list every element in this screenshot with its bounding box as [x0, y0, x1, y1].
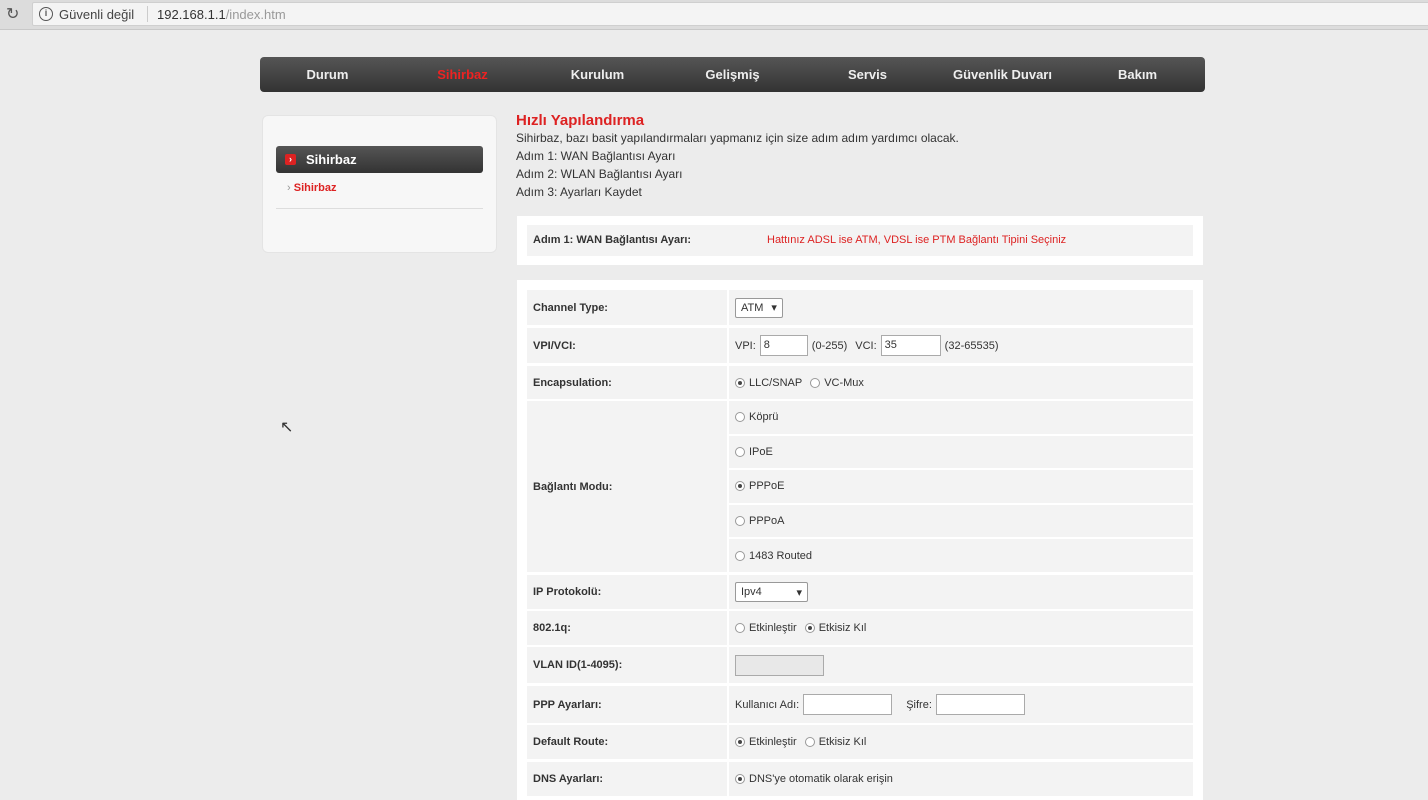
- vlan-id-input[interactable]: [735, 654, 824, 676]
- vpivci-label: VPI/VCI:: [527, 328, 727, 363]
- nav-sihirbaz[interactable]: Sihirbaz: [395, 57, 530, 92]
- chevron-right-icon: ›: [287, 182, 294, 194]
- llc-snap-label: LLC/SNAP: [749, 376, 803, 389]
- encapsulation-label: Encapsulation:: [527, 366, 727, 399]
- page-title: Hızlı Yapılandırma: [516, 112, 645, 129]
- nav-durum[interactable]: Durum: [260, 57, 395, 92]
- sidebar-header[interactable]: › Sihirbaz: [276, 146, 483, 173]
- nav-guvenlik-duvari[interactable]: Güvenlik Duvarı: [935, 57, 1070, 92]
- 8021q-disable-label: Etkisiz Kıl: [818, 622, 867, 634]
- sidebar-header-label: Sihirbaz: [306, 152, 357, 167]
- 8021q-enable-label: Etkinleştir: [749, 622, 797, 634]
- security-label[interactable]: Güvenli değil: [59, 7, 134, 22]
- channel-type-label: Channel Type:: [527, 290, 727, 325]
- dns-auto-label: DNS'ye otomatik olarak erişin: [749, 773, 893, 785]
- mouse-cursor-icon: ↖: [280, 419, 294, 436]
- radio-8021q-enable[interactable]: [735, 623, 745, 633]
- vci-range: (32-65535): [944, 339, 999, 352]
- sidebar-item-sihirbaz[interactable]: › Sihirbaz: [287, 182, 337, 194]
- ipoe-label: IPoE: [749, 445, 773, 458]
- divider: [147, 6, 148, 22]
- vci-label: VCI:: [855, 339, 877, 352]
- caret-down-icon: ▾: [771, 302, 777, 314]
- pppoe-label: PPPoE: [749, 480, 785, 493]
- ip-protocol-value: Ipv4: [741, 586, 762, 598]
- radio-ipoe[interactable]: [735, 446, 745, 457]
- step-3-text: Adım 3: Ayarları Kaydet: [516, 185, 642, 199]
- 8021q-label: 802.1q:: [527, 611, 727, 645]
- radio-8021q-disable[interactable]: [804, 623, 815, 633]
- radio-default-route-enable[interactable]: [735, 737, 745, 747]
- vci-input[interactable]: 35: [880, 335, 941, 356]
- step-1-text: Adım 1: WAN Bağlantısı Ayarı: [516, 149, 676, 163]
- username-input[interactable]: [803, 694, 893, 715]
- radio-1483-routed[interactable]: [735, 550, 745, 561]
- reload-icon[interactable]: ↻: [6, 4, 19, 24]
- step-2-text: Adım 2: WLAN Bağlantısı Ayarı: [516, 167, 683, 181]
- sidebar-item-label: Sihirbaz: [293, 182, 337, 194]
- password-label: Şifre:: [906, 698, 932, 711]
- radio-vc-mux[interactable]: [810, 377, 821, 388]
- browser-bar: ↻ i Güvenli değil 192.168.1.1/index.htm: [0, 0, 1428, 30]
- ip-protocol-select[interactable]: Ipv4 ▾: [735, 582, 808, 602]
- ip-protocol-label: IP Protokolü:: [527, 575, 727, 609]
- sidebar: › Sihirbaz › Sihirbaz: [262, 115, 497, 253]
- step-label: Adım 1: WAN Bağlantısı Ayarı:: [533, 234, 692, 246]
- vpi-input[interactable]: 8: [759, 335, 808, 356]
- caret-down-icon: ▾: [796, 586, 802, 599]
- vpi-range: (0-255): [811, 339, 848, 352]
- channel-type-select[interactable]: ATM ▾: [735, 297, 783, 318]
- dns-settings-label: DNS Ayarları:: [527, 762, 727, 796]
- divider: [276, 208, 483, 209]
- nav-bakim[interactable]: Bakım: [1070, 57, 1205, 92]
- username-label: Kullanıcı Adı:: [735, 698, 800, 711]
- nav-servis[interactable]: Servis: [800, 57, 935, 92]
- nav-gelismis[interactable]: Gelişmiş: [665, 57, 800, 92]
- radio-kopru[interactable]: [735, 412, 745, 423]
- default-route-label: Default Route:: [527, 725, 727, 759]
- radio-default-route-disable[interactable]: [804, 737, 815, 747]
- nav-kurulum[interactable]: Kurulum: [530, 57, 665, 92]
- main-nav: Durum Sihirbaz Kurulum Gelişmiş Servis G…: [260, 57, 1205, 92]
- password-input[interactable]: [935, 694, 1025, 715]
- radio-pppoe[interactable]: [735, 481, 745, 492]
- info-icon[interactable]: i: [39, 7, 53, 21]
- wan-form: Channel Type: ATM ▾ VPI/VCI: VPI: 8 (0-25…: [517, 280, 1203, 800]
- routed-label: 1483 Routed: [749, 549, 812, 562]
- pppoa-label: PPPoA: [749, 515, 785, 528]
- main-content: Hızlı Yapılandırma Sihirbaz, bazı basit …: [516, 112, 959, 201]
- default-route-disable-label: Etkisiz Kıl: [818, 736, 867, 748]
- vlan-id-label: VLAN ID(1-4095):: [527, 647, 727, 683]
- radio-pppoa[interactable]: [735, 516, 745, 527]
- radio-dns-auto[interactable]: [735, 774, 745, 784]
- chevron-right-icon: ›: [285, 154, 296, 165]
- vpi-label: VPI:: [735, 339, 756, 352]
- url[interactable]: 192.168.1.1/index.htm: [157, 7, 286, 22]
- step-hint: Hattınız ADSL ise ATM, VDSL ise PTM Bağl…: [767, 234, 1067, 246]
- radio-llc-snap[interactable]: [735, 377, 745, 388]
- channel-type-value: ATM: [741, 301, 764, 314]
- connection-mode-label: Bağlantı Modu:: [527, 401, 727, 572]
- step-box: Adım 1: WAN Bağlantısı Ayarı: Hattınız A…: [517, 216, 1203, 265]
- ppp-settings-label: PPP Ayarları:: [527, 686, 727, 723]
- vc-mux-label: VC-Mux: [824, 376, 864, 389]
- url-path: /index.htm: [225, 7, 286, 22]
- kopru-label: Köprü: [749, 411, 779, 424]
- url-host: 192.168.1.1: [157, 7, 226, 22]
- intro-text: Sihirbaz, bazı basit yapılandırmaları ya…: [516, 131, 959, 145]
- address-bar[interactable]: i Güvenli değil 192.168.1.1/index.htm: [32, 2, 1428, 26]
- default-route-enable-label: Etkinleştir: [749, 736, 797, 748]
